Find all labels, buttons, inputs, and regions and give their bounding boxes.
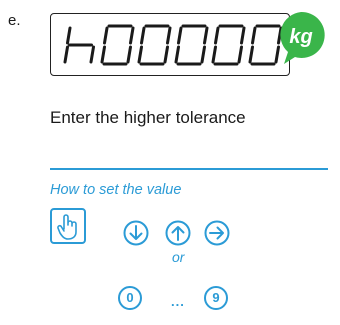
touch-key-icon (50, 208, 86, 244)
digit-range-ellipsis: ... (171, 294, 185, 309)
lcd-char (100, 24, 135, 66)
lcd-char (174, 24, 209, 66)
divider (50, 168, 328, 170)
lcd-char (211, 24, 246, 66)
lcd-char (63, 26, 95, 64)
unit-label: kg (289, 26, 313, 48)
instruction-text: Enter the higher tolerance (50, 108, 246, 127)
lcd-char (137, 24, 172, 66)
howto-title: How to set the value (50, 182, 182, 198)
arrow-right-icon (204, 220, 230, 246)
arrow-down-icon (123, 220, 149, 246)
display-reading: h00000 (63, 24, 283, 66)
scale-display: h00000 (50, 13, 290, 76)
digit-0-key: 0 (118, 286, 142, 310)
digit-9-key: 9 (204, 286, 228, 310)
unit-badge: kg (276, 10, 332, 68)
step-letter: e. (8, 12, 21, 29)
or-label: or (172, 249, 185, 265)
arrow-up-icon (165, 220, 191, 246)
